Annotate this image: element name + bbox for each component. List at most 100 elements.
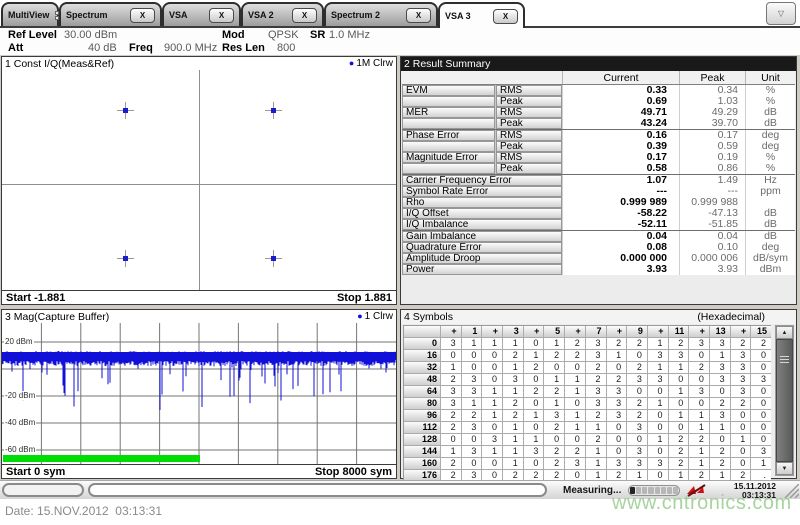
tab-vsa-3[interactable]: VSA 3 X xyxy=(438,2,525,28)
symbol-cell: 3 xyxy=(730,350,751,361)
freq-value[interactable]: 900.0 MHz xyxy=(164,42,217,54)
scroll-down-button[interactable]: ▼ xyxy=(776,462,793,475)
symbol-cell: 0 xyxy=(461,350,482,361)
symbol-cell: 0 xyxy=(689,398,709,409)
symbol-cell: 2 xyxy=(503,350,523,361)
tab-close-button[interactable]: X xyxy=(493,8,518,24)
symbol-cell: 3 xyxy=(441,398,461,409)
res-len-value[interactable]: 800 xyxy=(277,42,295,54)
mod-label: Mod xyxy=(222,29,245,41)
symbol-cell: 2 xyxy=(461,410,482,421)
symbol-cell: 0 xyxy=(647,410,668,421)
status-field-left xyxy=(2,483,84,497)
symbol-cell: 0 xyxy=(751,422,771,433)
ref-level-label: Ref Level xyxy=(8,29,57,41)
tab-list-dropdown-button[interactable]: ▽ xyxy=(766,2,796,25)
tab-close-button[interactable]: X xyxy=(130,7,155,23)
symbol-cell: 0 xyxy=(606,362,627,373)
symbol-cell: 3 xyxy=(627,446,647,457)
tab-spectrum[interactable]: Spectrum X xyxy=(59,2,162,26)
symbols-column-header: 15 xyxy=(751,326,771,337)
symbol-cell: 0 xyxy=(544,362,565,373)
symbol-cell: 1 xyxy=(482,446,503,457)
symbol-cell: 0 xyxy=(647,422,668,433)
symbol-cell: 3 xyxy=(751,446,771,457)
symbol-cell: 0 xyxy=(482,458,503,469)
symbol-cell: 0 xyxy=(668,374,689,385)
trace-legend-label: 1M Clrw xyxy=(356,58,393,69)
symbol-cell: 3 xyxy=(523,446,544,457)
mag-capture-title-text: 3 Mag(Capture Buffer) xyxy=(5,310,110,323)
tab-vsa[interactable]: VSA X xyxy=(162,2,241,26)
tab-vsa-2[interactable]: VSA 2 X xyxy=(241,2,324,26)
result-row-label: Gain Imbalance xyxy=(402,231,562,242)
trace-legend: ● 1M Clrw xyxy=(349,58,393,69)
symbol-cell: 1 xyxy=(565,374,585,385)
symbol-cell: 3 xyxy=(606,386,627,397)
symbols-column-header: 5 xyxy=(544,326,565,337)
ref-level-value[interactable]: 30.00 dBm xyxy=(64,29,117,41)
symbol-cell: 0 xyxy=(606,422,627,433)
header-current: Current xyxy=(562,71,679,84)
result-row-label: Peak xyxy=(402,118,562,129)
result-summary-title[interactable]: 2 Result Summary xyxy=(401,57,796,71)
symbol-cell: 0 xyxy=(461,458,482,469)
mod-value[interactable]: QPSK xyxy=(268,29,299,41)
symbol-cell: 2 xyxy=(709,398,730,409)
symbol-cell: 3 xyxy=(585,338,606,349)
symbol-cell: 3 xyxy=(585,350,606,361)
symbol-cell: 1 xyxy=(565,422,585,433)
symbol-cell: 1 xyxy=(709,422,730,433)
symbol-cell: 2 xyxy=(585,362,606,373)
constellation-panel-title[interactable]: 1 Const I/Q(Meas&Ref) ● 1M Clrw xyxy=(2,57,396,71)
symbols-title-text: 4 Symbols xyxy=(404,311,454,323)
symbol-cell: 1 xyxy=(689,410,709,421)
res-len-label: Res Len xyxy=(222,42,265,54)
symbols-scrollbar[interactable]: ▲ ▼ xyxy=(775,325,794,476)
constellation-point xyxy=(265,102,282,119)
result-name-cell xyxy=(402,141,495,152)
result-row-label: Amplitude Droop xyxy=(402,253,562,264)
tab-multiview[interactable]: MultiView xyxy=(1,2,65,26)
scrollbar-thumb[interactable] xyxy=(776,339,793,462)
result-summary-table: Current Peak Unit EVM RMS 0.33 0.34% Peak 0.6… xyxy=(402,71,795,275)
symbol-cell: 0 xyxy=(751,434,771,445)
symbol-cell: 1 xyxy=(503,458,523,469)
symbol-cell: 0 xyxy=(627,350,647,361)
symbol-cell: 1 xyxy=(585,458,606,469)
result-name-cell: Magnitude Error xyxy=(402,152,495,163)
constellation-start-label: Start -1.881 xyxy=(6,291,66,304)
symbols-column-header: + xyxy=(606,326,627,337)
symbol-cell: 0 xyxy=(606,446,627,457)
symbol-cell: 1 xyxy=(544,374,565,385)
symbols-row-index: 48 xyxy=(404,374,440,385)
symbol-cell: 3 xyxy=(689,386,709,397)
tab-close-button[interactable]: X xyxy=(406,7,431,23)
scroll-up-button[interactable]: ▲ xyxy=(776,326,793,339)
symbol-cell: 3 xyxy=(647,458,668,469)
att-value[interactable]: 40 dB xyxy=(88,42,117,54)
tab-close-button[interactable]: X xyxy=(209,7,234,23)
mag-start-label: Start 0 sym xyxy=(6,465,66,478)
symbol-cell: 0 xyxy=(689,350,709,361)
tab-spectrum-2[interactable]: Spectrum 2 X xyxy=(324,2,438,26)
trace-color-dot-icon: ● xyxy=(357,311,363,321)
result-peak-value: 3.93 xyxy=(679,264,745,275)
symbol-cell: 2 xyxy=(441,410,461,421)
symbols-column-header: + xyxy=(482,326,503,337)
result-peak-value: 39.70 xyxy=(679,118,745,129)
symbol-cell: 0 xyxy=(441,434,461,445)
symbol-cell: 3 xyxy=(606,410,627,421)
symbol-cell: 3 xyxy=(441,338,461,349)
sr-value[interactable]: 1.0 MHz xyxy=(329,29,370,41)
symbols-panel-title[interactable]: 4 Symbols (Hexadecimal) xyxy=(401,310,796,324)
mag-capture-title[interactable]: 3 Mag(Capture Buffer) ● 1 Clrw xyxy=(2,310,396,324)
constellation-point xyxy=(117,102,134,119)
header-unit: Unit xyxy=(745,71,795,84)
tab-close-button[interactable]: X xyxy=(292,7,317,23)
result-name-cell xyxy=(402,96,495,107)
symbol-cell: 3 xyxy=(730,386,751,397)
symbol-cell: 1 xyxy=(606,350,627,361)
symbol-cell: 0 xyxy=(647,386,668,397)
mag-capture-plot: 20 dBm -20 dBm -40 dBm -60 dBm xyxy=(2,323,396,465)
